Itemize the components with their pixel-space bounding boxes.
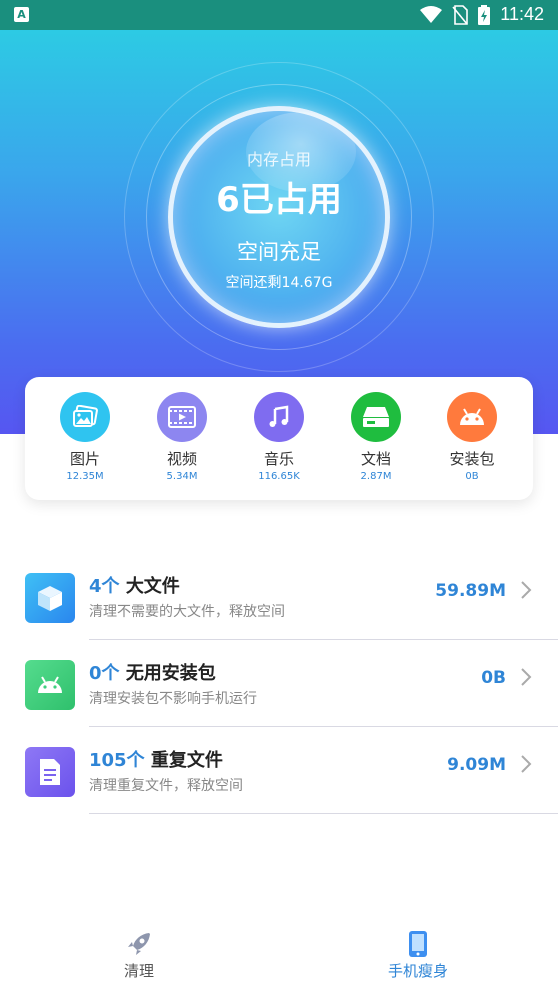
category-size: 5.34M xyxy=(166,471,198,482)
nav-tab-clean[interactable]: 清理 xyxy=(69,930,209,981)
file-icon xyxy=(25,747,75,797)
image-icon xyxy=(60,392,110,442)
item-count: 105个 xyxy=(89,750,145,771)
item-count: 0个 xyxy=(89,663,120,684)
clock: 11:42 xyxy=(500,4,544,24)
android-icon xyxy=(447,392,497,442)
chevron-right-icon xyxy=(521,581,532,599)
chevron-right-icon xyxy=(521,755,532,773)
wifi-icon xyxy=(420,5,443,23)
category-size: 116.65K xyxy=(258,471,300,482)
cube-icon xyxy=(25,573,75,623)
cleanup-item-unused-packages[interactable]: 0个 无用安装包 清理安装包不影响手机运行 0B xyxy=(0,640,558,727)
cleanup-item-duplicate-files[interactable]: 105个 重复文件 清理重复文件，释放空间 9.09M xyxy=(0,727,558,814)
item-name: 重复文件 xyxy=(150,750,223,771)
item-title: 105个 重复文件 xyxy=(89,746,223,772)
status-bar: A 11:42 xyxy=(0,0,558,30)
item-size: 59.89M xyxy=(435,581,506,601)
phone-icon xyxy=(409,931,427,957)
category-card: 图片 12.35M 视频 5.34M 音乐 116.65K 文档 2.87M 安… xyxy=(25,377,533,500)
category-music[interactable]: 音乐 116.65K xyxy=(239,392,319,482)
category-label: 文档 xyxy=(360,450,391,468)
video-icon xyxy=(157,392,207,442)
item-name: 大文件 xyxy=(125,576,180,597)
gauge-used-text: 6已占用 xyxy=(216,180,342,220)
android-icon xyxy=(25,660,75,710)
category-images[interactable]: 图片 12.35M xyxy=(45,392,125,482)
item-count: 4个 xyxy=(89,576,120,597)
cleanup-item-large-files[interactable]: 4个 大文件 清理不需要的大文件，释放空间 59.89M xyxy=(0,553,558,640)
category-label: 安装包 xyxy=(449,450,495,468)
nav-label: 清理 xyxy=(123,962,154,980)
item-size: 0B xyxy=(481,668,506,688)
nav-tab-slim[interactable]: 手机瘦身 xyxy=(348,930,488,981)
document-icon xyxy=(351,392,401,442)
item-name: 无用安装包 xyxy=(125,663,216,684)
rocket-icon xyxy=(128,933,150,955)
category-label: 视频 xyxy=(166,450,197,468)
category-documents[interactable]: 文档 2.87M xyxy=(336,392,416,482)
storage-hero: A 11:42 内存占用 6已占用 空间充足 空间还剩14.67G xyxy=(0,0,558,434)
category-label: 音乐 xyxy=(263,450,294,468)
item-title: 0个 无用安装包 xyxy=(89,659,216,685)
category-videos[interactable]: 视频 5.34M xyxy=(142,392,222,482)
item-subtitle: 清理重复文件，释放空间 xyxy=(89,778,243,794)
chevron-right-icon xyxy=(521,668,532,686)
item-subtitle: 清理安装包不影响手机运行 xyxy=(89,691,257,707)
nav-label: 手机瘦身 xyxy=(387,962,448,980)
item-subtitle: 清理不需要的大文件，释放空间 xyxy=(89,604,285,620)
item-size: 9.09M xyxy=(447,755,506,775)
app-notification-icon: A xyxy=(14,7,29,22)
battery-charging-icon xyxy=(478,4,491,25)
gauge-remaining: 空间还剩14.67G xyxy=(225,275,333,291)
music-icon xyxy=(254,392,304,442)
item-title: 4个 大文件 xyxy=(89,572,180,598)
no-sim-icon xyxy=(452,4,469,25)
gauge-title: 内存占用 xyxy=(246,150,311,169)
category-label: 图片 xyxy=(69,450,100,468)
gauge-status: 空间充足 xyxy=(237,240,321,264)
category-packages[interactable]: 安装包 0B xyxy=(432,392,512,482)
category-size: 12.35M xyxy=(66,471,104,482)
category-size: 2.87M xyxy=(360,471,392,482)
divider xyxy=(89,813,558,814)
category-size: 0B xyxy=(465,471,479,482)
